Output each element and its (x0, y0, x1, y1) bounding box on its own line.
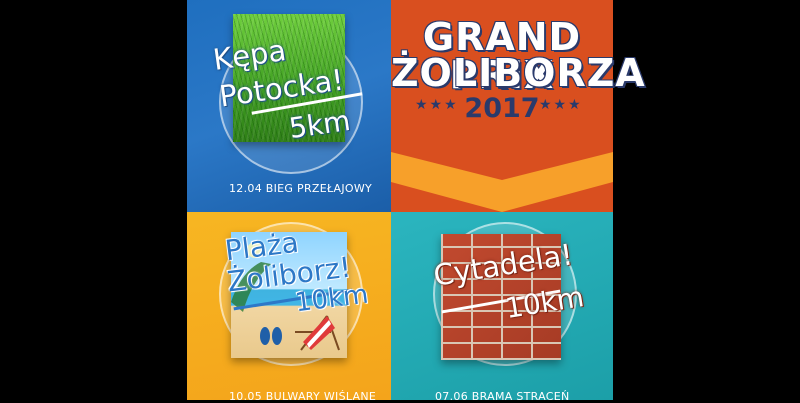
poster: GRAND PRIX ŻOLIBORZA ★★★ 2017 ★★★ Kępa P… (187, 0, 646, 403)
star-icons-right: ★★★ (539, 97, 583, 113)
race-caption: 10.05 BULWARY WIŚLANE (229, 390, 377, 403)
chevron-banner (391, 140, 613, 212)
race-caption: 12.04 BIEG PRZEŁAJOWY (229, 182, 373, 195)
event-title-line2: ŻOLIBORZA (391, 51, 646, 95)
race-caption: 07.06 BRAMA STRACEŃ (435, 390, 570, 403)
